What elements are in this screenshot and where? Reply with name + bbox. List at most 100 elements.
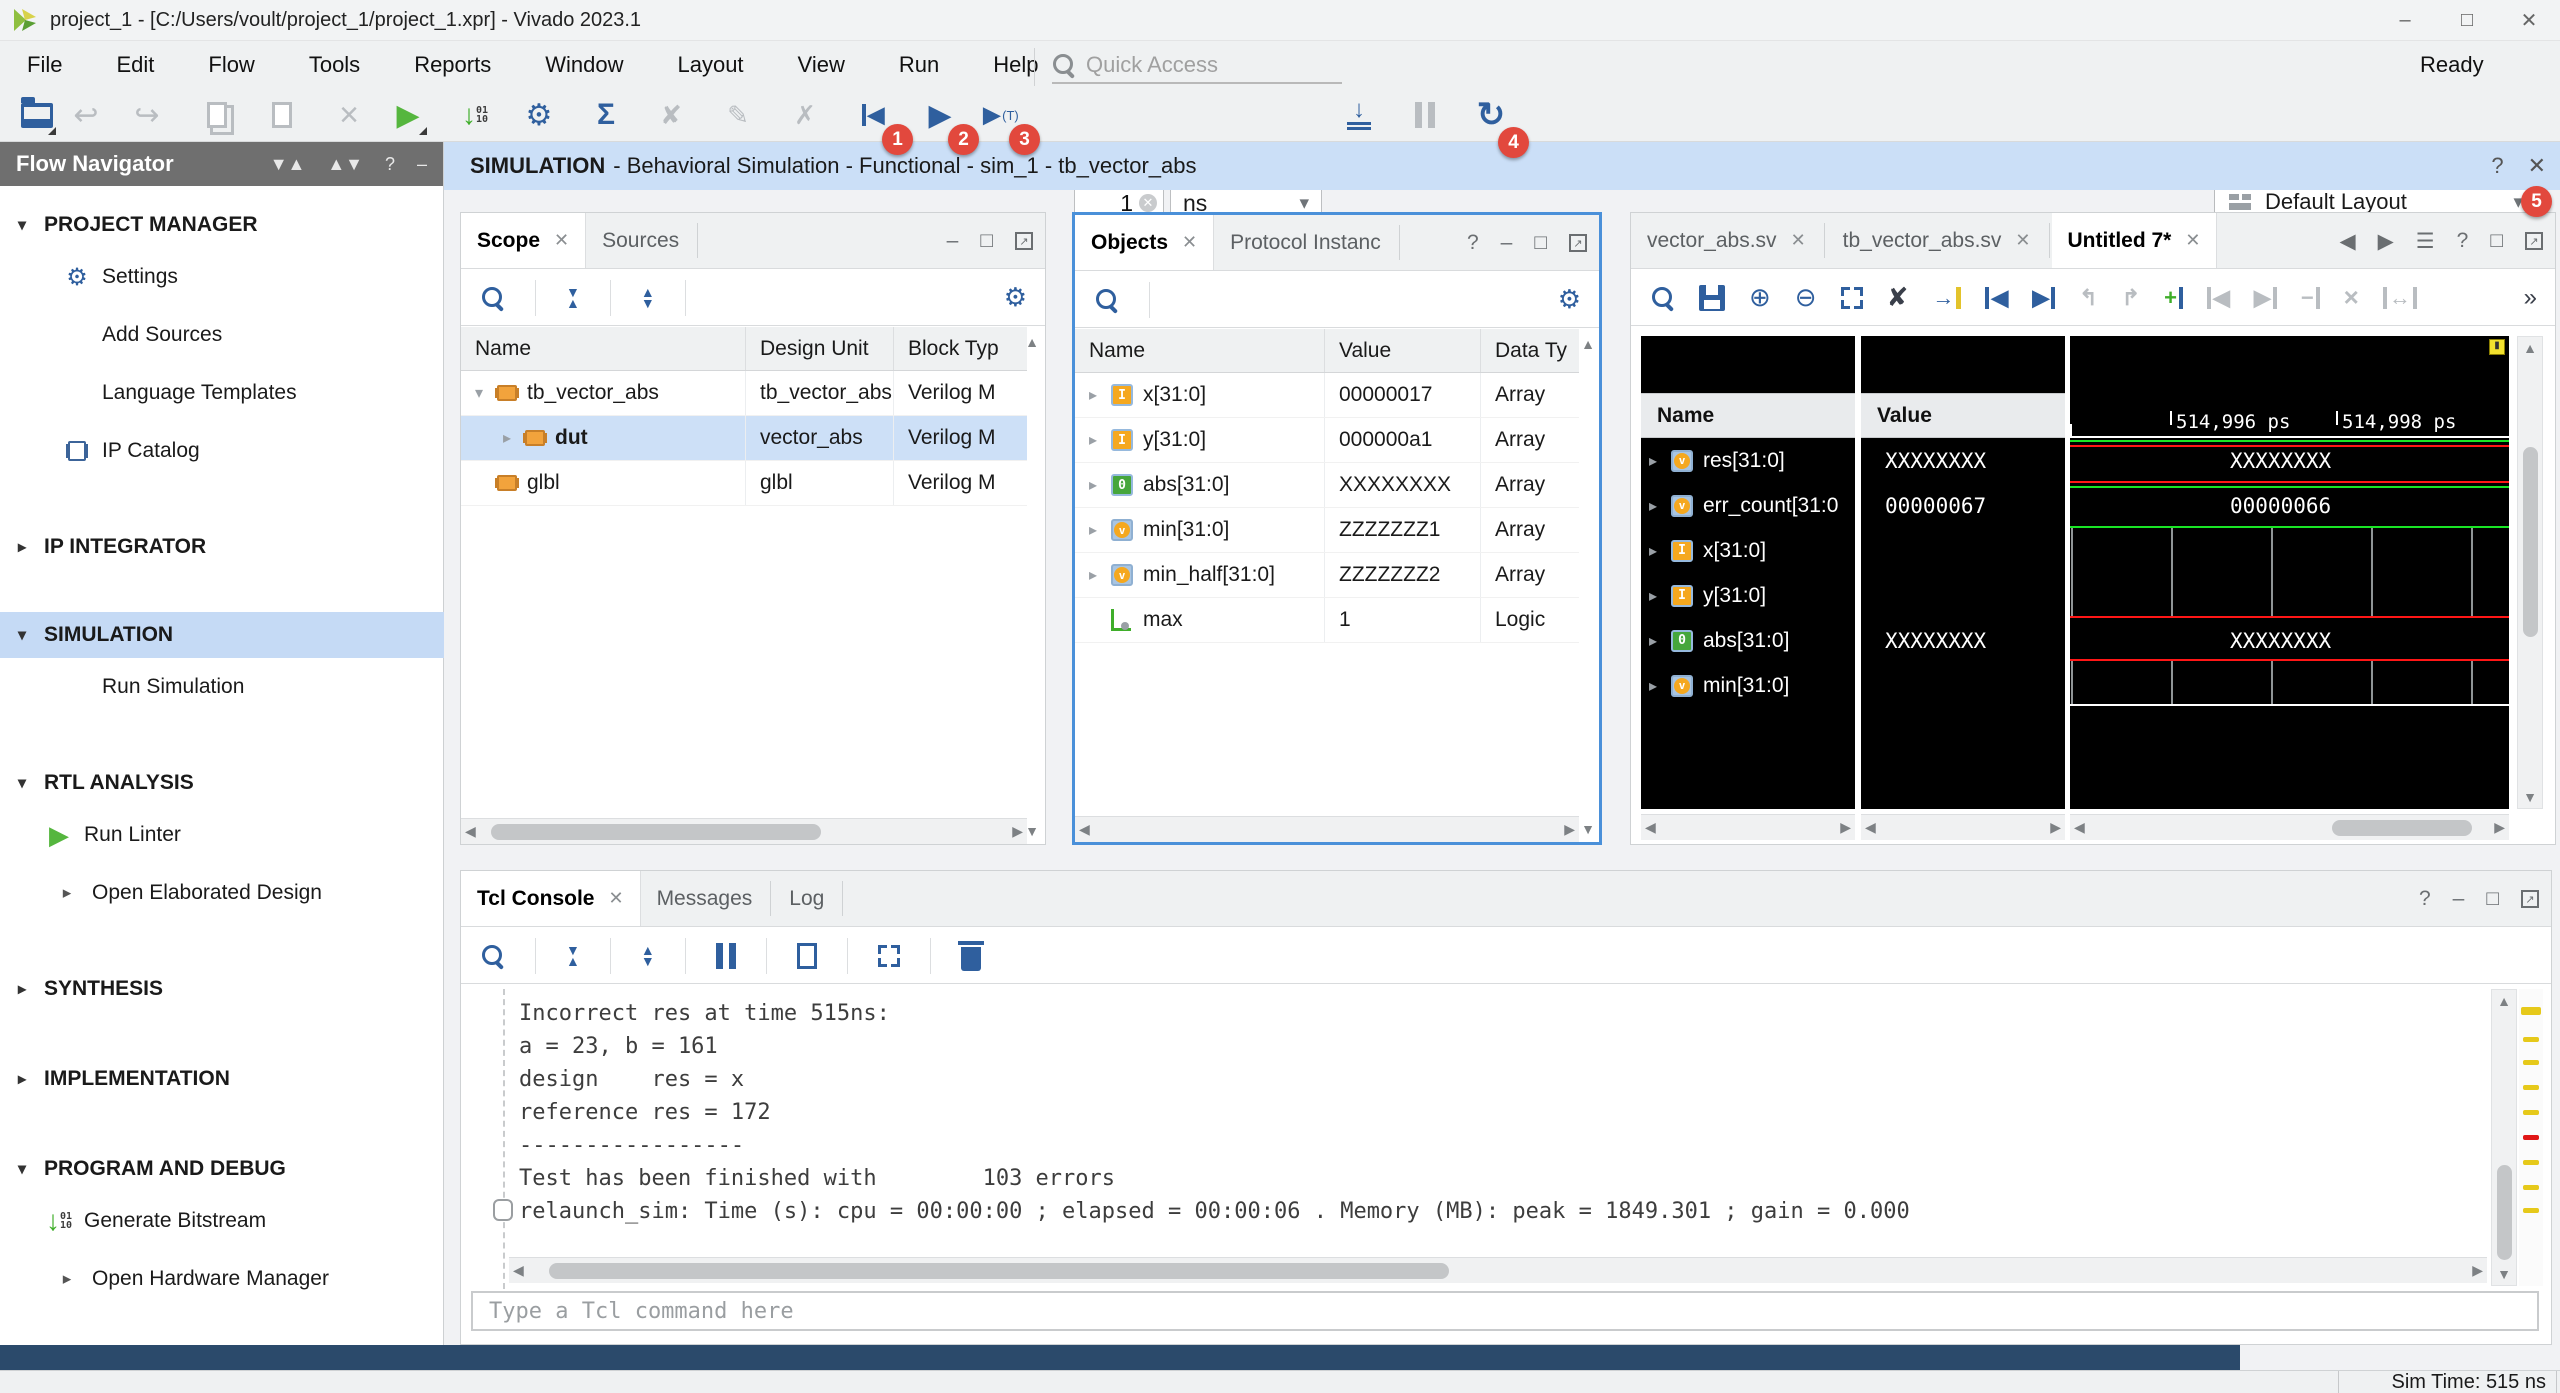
float-icon[interactable]: ↗ <box>2525 232 2543 250</box>
wave-hscrollbar[interactable]: ◀ ▶ <box>2070 814 2509 840</box>
more-tools-chevron-icon[interactable]: » <box>2524 284 2537 312</box>
collapse-all-icon[interactable]: ▼▲ <box>566 287 580 309</box>
tab-scroll-right-icon[interactable]: ▶ <box>2378 229 2394 254</box>
tab-messages[interactable]: Messages <box>641 871 769 926</box>
previous-transition-icon[interactable]: ◀ <box>1985 285 2008 311</box>
collapse-block-icon[interactable] <box>493 1199 513 1221</box>
report-sum-button[interactable]: Σ <box>583 92 629 138</box>
chevron-right-icon[interactable]: ▸ <box>503 428 525 448</box>
scroll-right-icon[interactable]: ▶ <box>1840 819 1851 836</box>
signal-name[interactable]: res[31:0] <box>1703 449 1785 473</box>
name-hscrollbar[interactable]: ◀▶ <box>1641 814 1855 840</box>
expand-all-icon[interactable]: ▲▼ <box>641 287 655 309</box>
tab-untitled-7[interactable]: Untitled 7*✕ <box>2052 213 2218 268</box>
sidebar-item-generate-bitstream[interactable]: ↓0110Generate Bitstream <box>0 1198 444 1244</box>
scroll-up-icon[interactable]: ▲ <box>2493 990 2515 1012</box>
scroll-thumb[interactable] <box>549 1263 1449 1279</box>
clear-icon[interactable]: ✕ <box>1139 194 1157 212</box>
pause-output-icon[interactable] <box>716 943 736 969</box>
marker-flag-icon[interactable]: ▮ <box>2489 339 2505 355</box>
scroll-up-icon[interactable]: ▲ <box>1577 333 1599 355</box>
signal-name[interactable]: min[31:0] <box>1703 674 1789 698</box>
object-row-abs[interactable]: ▸0abs[31:0] XXXXXXXX Array <box>1075 463 1579 508</box>
delete-button[interactable]: × <box>326 92 372 138</box>
sidebar-section-rtl-analysis[interactable]: ▾RTL ANALYSIS <box>0 760 444 806</box>
run-button[interactable]: ▶ <box>385 92 431 138</box>
minimize-icon[interactable]: – <box>1501 231 1513 255</box>
close-icon[interactable]: ✕ <box>2185 230 2200 251</box>
window-minimize-icon[interactable]: – <box>2374 0 2436 40</box>
tab-list-icon[interactable]: ☰ <box>2416 229 2435 254</box>
menu-view[interactable]: View <box>771 41 872 88</box>
scroll-left-icon[interactable]: ◀ <box>1865 819 1876 836</box>
chevron-right-icon[interactable]: ▸ <box>1089 475 1111 495</box>
sidebar-item-settings[interactable]: ⚙Settings <box>0 254 444 300</box>
zoom-in-icon[interactable]: ⊕ <box>1749 282 1771 313</box>
menu-layout[interactable]: Layout <box>650 41 770 88</box>
signal-name[interactable]: abs[31:0] <box>1703 629 1789 653</box>
scroll-thumb[interactable] <box>491 824 821 840</box>
scope-hscrollbar[interactable]: ◀ ▶ <box>461 818 1027 844</box>
object-row-max[interactable]: max 1 Logic <box>1075 598 1579 643</box>
menu-flow[interactable]: Flow <box>181 41 281 88</box>
swap-cursor-prev-icon[interactable]: ↰ <box>2079 285 2097 311</box>
search-icon[interactable] <box>481 286 505 310</box>
collapse-all-icon[interactable]: ▼▲ <box>270 154 306 175</box>
sidebar-item-ip-catalog[interactable]: IP Catalog <box>0 428 444 474</box>
tab-objects[interactable]: Objects✕ <box>1075 215 1214 270</box>
word-wrap-icon[interactable] <box>878 945 900 967</box>
copy-button[interactable] <box>194 92 240 138</box>
tab-scope[interactable]: Scope✕ <box>461 213 586 268</box>
scroll-thumb[interactable] <box>2332 820 2472 836</box>
sidebar-item-add-sources[interactable]: Add Sources <box>0 312 444 358</box>
maximize-icon[interactable]: □ <box>1534 231 1547 255</box>
help-icon[interactable]: ? <box>385 154 395 175</box>
go-to-transition-icon[interactable]: → <box>1932 285 1961 311</box>
object-row-min[interactable]: ▸vmin[31:0] ZZZZZZZ1 Array <box>1075 508 1579 553</box>
chevron-right-icon[interactable]: ▸ <box>1649 631 1671 651</box>
scroll-up-icon[interactable]: ▲ <box>1021 331 1043 353</box>
menu-tools[interactable]: Tools <box>282 41 387 88</box>
help-icon[interactable]: ? <box>1467 231 1479 255</box>
float-icon[interactable]: ↗ <box>1569 234 1587 252</box>
scroll-up-icon[interactable]: ▲ <box>2519 337 2541 359</box>
scope-row-dut[interactable]: ▸dut vector_abs Verilog M <box>461 416 1027 461</box>
maximize-icon[interactable]: □ <box>2490 229 2503 253</box>
save-icon[interactable] <box>1699 285 1725 311</box>
collapse-all-icon[interactable]: ▼▲ <box>566 945 580 967</box>
sidebar-item-open-hardware-manager[interactable]: ▸Open Hardware Manager <box>0 1256 444 1302</box>
chevron-right-icon[interactable]: ▸ <box>1649 496 1671 516</box>
search-icon[interactable] <box>1651 286 1675 310</box>
signal-name[interactable]: y[31:0] <box>1703 584 1766 608</box>
paste-button[interactable] <box>259 92 305 138</box>
sidebar-item-open-elaborated-design[interactable]: ▸Open Elaborated Design <box>0 870 444 916</box>
tcl-command-input[interactable] <box>489 1299 2435 1324</box>
quick-access-search[interactable] <box>1052 48 1342 84</box>
help-icon[interactable]: ? <box>2491 153 2503 179</box>
maximize-icon[interactable]: □ <box>980 229 993 253</box>
scroll-thumb[interactable] <box>2497 1165 2512 1260</box>
scroll-left-icon[interactable]: ◀ <box>465 823 476 840</box>
swap-cursor-next-icon[interactable]: ↱ <box>2122 285 2140 311</box>
window-maximize-icon[interactable]: □ <box>2436 0 2498 40</box>
close-icon[interactable]: ✕ <box>2015 230 2030 251</box>
wave-name-column[interactable]: Name ▸vres[31:0] ▸verr_count[31:0 ▸Ix[31… <box>1641 336 1855 809</box>
settings-button[interactable]: ⚙ <box>516 92 562 138</box>
scroll-right-icon[interactable]: ▶ <box>2472 1262 2483 1279</box>
sidebar-section-simulation[interactable]: ▾SIMULATION <box>0 612 444 658</box>
tab-log[interactable]: Log <box>773 871 840 926</box>
wave-vscrollbar[interactable]: ▲ ▼ <box>2517 336 2543 809</box>
expand-all-icon[interactable]: ▲▼ <box>327 154 363 175</box>
chevron-right-icon[interactable]: ▸ <box>1649 451 1671 471</box>
scope-row-tb-vector-abs[interactable]: ▾tb_vector_abs tb_vector_abs Verilog M <box>461 371 1027 416</box>
window-close-icon[interactable]: ✕ <box>2498 0 2560 40</box>
chevron-down-icon[interactable]: ▾ <box>475 383 497 403</box>
tab-protocol-instances[interactable]: Protocol Instanc <box>1214 215 1397 270</box>
gear-icon[interactable]: ⚙ <box>1004 282 1027 313</box>
float-icon[interactable]: ↗ <box>1015 232 1033 250</box>
delete-marker-icon[interactable]: × <box>2344 282 2359 313</box>
tcl-command-field[interactable] <box>471 1291 2539 1331</box>
step-button[interactable]: ↓ <box>1336 92 1382 138</box>
scroll-down-icon[interactable]: ▼ <box>2519 786 2541 808</box>
scroll-right-icon[interactable]: ▶ <box>2050 819 2061 836</box>
